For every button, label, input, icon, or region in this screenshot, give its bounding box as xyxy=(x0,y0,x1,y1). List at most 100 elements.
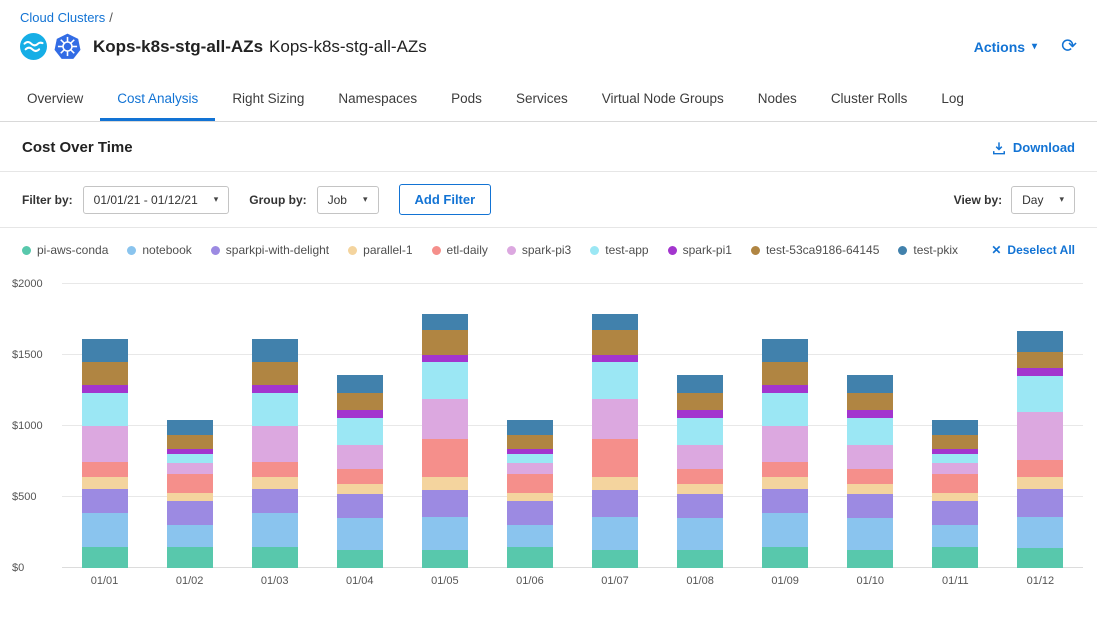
tab-log[interactable]: Log xyxy=(924,78,981,121)
tab-cluster-rolls[interactable]: Cluster Rolls xyxy=(814,78,925,121)
bar-01-11[interactable] xyxy=(932,284,978,568)
tab-namespaces[interactable]: Namespaces xyxy=(321,78,434,121)
x-axis-tick: 01/03 xyxy=(252,575,298,587)
bar-segment-notebook xyxy=(507,525,553,546)
bar-segment-etl-daily xyxy=(592,439,638,477)
group-by-select[interactable]: Job ▾ xyxy=(317,186,379,214)
bar-01-06[interactable] xyxy=(507,284,553,568)
bar-segment-pi-aws-conda xyxy=(337,550,383,568)
legend-dot xyxy=(590,246,599,255)
bar-segment-spark-pi3 xyxy=(677,445,723,469)
legend-dot xyxy=(751,246,760,255)
chevron-down-icon: ▾ xyxy=(1059,194,1064,205)
legend-item-etl-daily[interactable]: etl-daily xyxy=(432,243,488,257)
x-axis-tick: 01/10 xyxy=(847,575,893,587)
bar-segment-test-53ca9186-64145 xyxy=(847,393,893,410)
legend-item-pi-aws-conda[interactable]: pi-aws-conda xyxy=(22,243,108,257)
bar-01-12[interactable] xyxy=(1017,284,1063,568)
bar-segment-spark-pi1 xyxy=(337,410,383,417)
bar-segment-etl-daily xyxy=(847,469,893,485)
bar-01-02[interactable] xyxy=(167,284,213,568)
x-axis-tick: 01/07 xyxy=(592,575,638,587)
bar-segment-sparkpi-with-delight xyxy=(677,494,723,518)
legend-dot xyxy=(211,246,220,255)
tab-nodes[interactable]: Nodes xyxy=(741,78,814,121)
download-button[interactable]: Download xyxy=(992,140,1075,155)
actions-button[interactable]: Actions ▾ xyxy=(974,39,1037,55)
view-by-value: Day xyxy=(1022,193,1043,207)
legend-label: sparkpi-with-delight xyxy=(226,243,329,257)
bar-01-09[interactable] xyxy=(762,284,808,568)
legend-dot xyxy=(668,246,677,255)
chart-bars xyxy=(62,284,1083,568)
bar-01-05[interactable] xyxy=(422,284,468,568)
bar-segment-etl-daily xyxy=(82,462,128,477)
view-by-select[interactable]: Day ▾ xyxy=(1011,186,1075,214)
bar-segment-test-53ca9186-64145 xyxy=(507,435,553,449)
legend-item-test-app[interactable]: test-app xyxy=(590,243,648,257)
y-axis-tick: $0 xyxy=(12,562,56,574)
deselect-all-button[interactable]: ✕ Deselect All xyxy=(991,243,1075,257)
bar-segment-test-53ca9186-64145 xyxy=(677,393,723,410)
bar-segment-notebook xyxy=(762,513,808,547)
bar-01-07[interactable] xyxy=(592,284,638,568)
bar-segment-spark-pi3 xyxy=(82,426,128,462)
bar-01-10[interactable] xyxy=(847,284,893,568)
bar-01-03[interactable] xyxy=(252,284,298,568)
date-range-select[interactable]: 01/01/21 - 01/12/21 ▾ xyxy=(83,186,230,214)
add-filter-button[interactable]: Add Filter xyxy=(399,184,492,215)
bar-01-01[interactable] xyxy=(82,284,128,568)
legend-item-parallel-1[interactable]: parallel-1 xyxy=(348,243,412,257)
legend-dot xyxy=(507,246,516,255)
section-title: Cost Over Time xyxy=(22,139,133,156)
bar-segment-test-app xyxy=(422,362,468,399)
bar-segment-test-app xyxy=(847,418,893,445)
bar-segment-test-app xyxy=(762,393,808,426)
bar-segment-test-53ca9186-64145 xyxy=(167,435,213,449)
bar-segment-pi-aws-conda xyxy=(592,550,638,568)
bar-segment-sparkpi-with-delight xyxy=(507,501,553,525)
legend-item-test-pkix[interactable]: test-pkix xyxy=(898,243,958,257)
breadcrumb-link[interactable]: Cloud Clusters xyxy=(20,10,105,25)
refresh-icon[interactable]: ⟳ xyxy=(1061,37,1077,56)
tab-virtual-node-groups[interactable]: Virtual Node Groups xyxy=(585,78,741,121)
bar-segment-test-app xyxy=(82,393,128,426)
tab-overview[interactable]: Overview xyxy=(10,78,100,121)
bar-segment-etl-daily xyxy=(762,462,808,477)
bar-segment-etl-daily xyxy=(422,439,468,477)
legend-item-sparkpi-with-delight[interactable]: sparkpi-with-delight xyxy=(211,243,329,257)
cost-chart: $0$500$1000$1500$2000 01/0101/0201/0301/… xyxy=(0,270,1097,587)
legend-dot xyxy=(432,246,441,255)
legend-dot xyxy=(348,246,357,255)
tab-pods[interactable]: Pods xyxy=(434,78,499,121)
breadcrumb: Cloud Clusters/ xyxy=(0,0,1097,27)
bar-01-08[interactable] xyxy=(677,284,723,568)
cluster-name-regular: Kops-k8s-stg-all-AZs xyxy=(269,37,427,56)
legend-label: etl-daily xyxy=(447,243,488,257)
bar-segment-sparkpi-with-delight xyxy=(252,489,298,512)
legend-item-spark-pi3[interactable]: spark-pi3 xyxy=(507,243,571,257)
bar-segment-pi-aws-conda xyxy=(762,547,808,568)
bar-segment-sparkpi-with-delight xyxy=(592,490,638,517)
x-axis-tick: 01/08 xyxy=(677,575,723,587)
bar-segment-test-pkix xyxy=(1017,331,1063,352)
download-icon xyxy=(992,141,1006,155)
legend-item-test-53ca9186-64145[interactable]: test-53ca9186-64145 xyxy=(751,243,879,257)
tab-right-sizing[interactable]: Right Sizing xyxy=(215,78,321,121)
legend-dot xyxy=(22,246,31,255)
bar-segment-notebook xyxy=(1017,517,1063,548)
view-by-label: View by: xyxy=(954,193,1002,207)
x-axis-tick: 01/06 xyxy=(507,575,553,587)
bar-segment-pi-aws-conda xyxy=(252,547,298,568)
bar-segment-notebook xyxy=(82,513,128,547)
bar-segment-pi-aws-conda xyxy=(167,547,213,568)
tab-cost-analysis[interactable]: Cost Analysis xyxy=(100,78,215,121)
bar-segment-pi-aws-conda xyxy=(677,550,723,568)
legend-item-notebook[interactable]: notebook xyxy=(127,243,191,257)
bar-segment-test-pkix xyxy=(167,420,213,434)
bar-01-04[interactable] xyxy=(337,284,383,568)
legend-item-spark-pi1[interactable]: spark-pi1 xyxy=(668,243,732,257)
tab-services[interactable]: Services xyxy=(499,78,585,121)
bar-segment-sparkpi-with-delight xyxy=(762,489,808,512)
bar-segment-notebook xyxy=(592,517,638,550)
